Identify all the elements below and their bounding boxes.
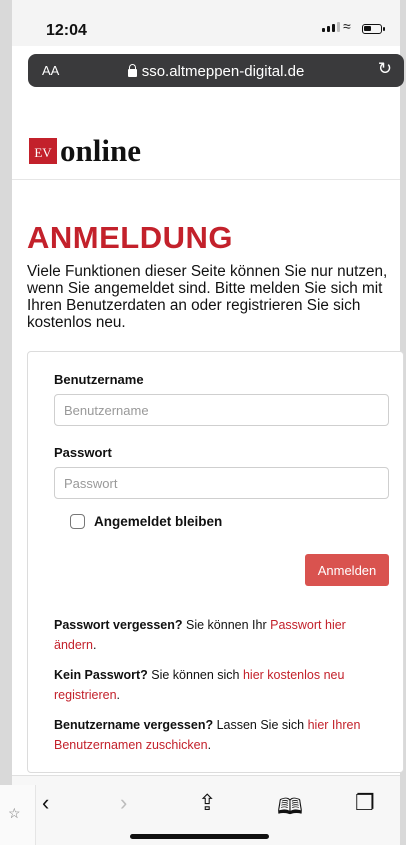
battery-icon xyxy=(362,24,385,34)
url-text: sso.altmeppen-digital.de xyxy=(141,63,305,80)
site-header: EV online xyxy=(12,90,400,180)
site-logo[interactable]: EV online xyxy=(29,133,141,168)
no-password-text: Kein Passwort? Sie können sich hier kost… xyxy=(54,665,384,705)
star-icon: ☆ xyxy=(8,805,21,821)
wifi-icon: ≈ xyxy=(343,18,351,34)
book-icon[interactable]: 🕮 xyxy=(277,790,303,828)
clock: 12:04 xyxy=(46,22,87,39)
login-panel: Benutzername Passwort Angemeldet bleiben… xyxy=(27,351,404,773)
status-bar: 12:04 ≈ xyxy=(12,0,400,46)
remember-checkbox[interactable] xyxy=(70,514,85,529)
reload-icon[interactable]: ↻ xyxy=(378,59,392,79)
signal-icon xyxy=(322,22,340,32)
logo-text: online xyxy=(60,133,141,168)
no-password-heading: Kein Passwort? xyxy=(54,668,148,682)
no-password-body: Sie können sich xyxy=(147,668,243,682)
forgot-username-body: Lassen Sie sich xyxy=(213,718,308,732)
period: . xyxy=(116,688,121,702)
logo-badge: EV xyxy=(29,138,57,164)
period: . xyxy=(92,638,97,652)
username-input[interactable] xyxy=(54,394,389,426)
back-icon[interactable]: ‹ xyxy=(42,790,49,816)
remember-label: Angemeldet bleiben xyxy=(94,514,223,529)
forgot-password-body: Sie können Ihr xyxy=(182,618,271,632)
share-icon[interactable]: ⇪ xyxy=(198,790,216,816)
password-label: Passwort xyxy=(54,445,112,460)
period: . xyxy=(207,738,212,752)
url-display[interactable]: sso.altmeppen-digital.de xyxy=(28,63,404,80)
forgot-username-text: Benutzername vergessen? Lassen Sie sich … xyxy=(54,715,384,755)
password-input[interactable] xyxy=(54,467,389,499)
page-title: ANMELDUNG xyxy=(27,220,233,255)
remember-me[interactable]: Angemeldet bleiben xyxy=(70,514,222,529)
browser-screen: 12:04 ≈ AA sso.altmeppen-digital.de ↻ EV… xyxy=(12,0,404,845)
forgot-username-heading: Benutzername vergessen? xyxy=(54,718,214,732)
home-indicator[interactable] xyxy=(130,834,269,839)
login-button[interactable]: Anmelden xyxy=(305,554,389,586)
forgot-password-text: Passwort vergessen? Sie können Ihr Passw… xyxy=(54,615,384,655)
address-bar[interactable]: AA sso.altmeppen-digital.de ↻ xyxy=(28,54,404,87)
lock-icon xyxy=(127,64,137,77)
username-label: Benutzername xyxy=(54,372,144,387)
forward-icon[interactable]: › xyxy=(120,790,127,816)
background-card: ☆ xyxy=(0,785,36,845)
tabs-icon[interactable]: ❐ xyxy=(355,790,375,816)
intro-text: Viele Funktionen dieser Seite können Sie… xyxy=(27,263,388,331)
forgot-password-heading: Passwort vergessen? xyxy=(54,618,183,632)
